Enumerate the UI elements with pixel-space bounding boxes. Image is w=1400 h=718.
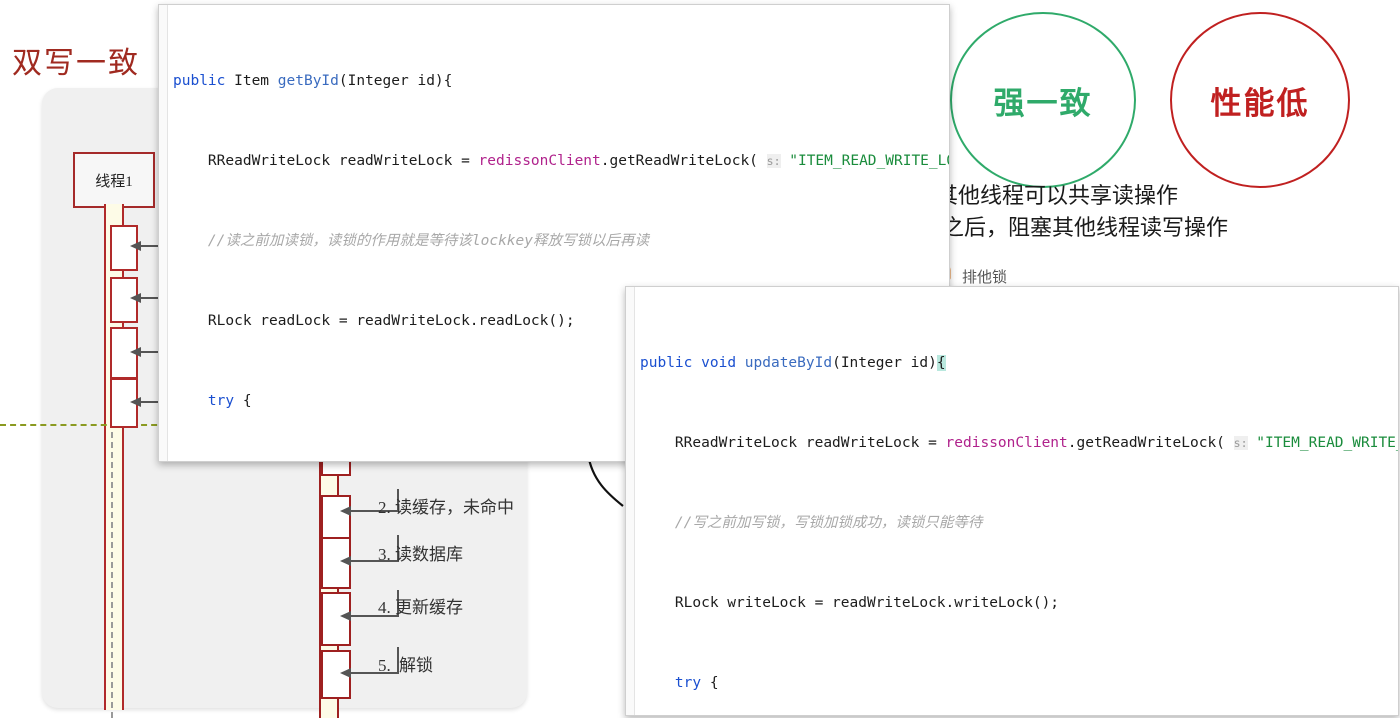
circle-label-strong: 强一致: [993, 85, 1093, 121]
circle-label-perf: 性能低: [1210, 85, 1310, 121]
step-label-4: 4. 更新缓存: [378, 593, 463, 618]
step-5-number: 5.: [378, 656, 391, 675]
step-2-number: 2.: [378, 498, 391, 517]
note-block-others: 锁之后，阻塞其他线程读写操作: [920, 215, 1229, 240]
code-line: //写之前加写锁，写锁加锁成功，读锁只能等待: [640, 515, 983, 531]
code-line: //读之前加读锁，读锁的作用就是等待该lockkey释放写锁以后再读: [173, 233, 649, 249]
step-2-text: 读缓存，未命中: [395, 498, 514, 517]
code-line: public Item getById(Integer id){: [173, 73, 453, 89]
slide-canvas: 双写一致 线程1 2. 读缓存，未命中 3. 读数据库 4. 更新缓存 5. 解…: [0, 0, 1400, 718]
thread-lifeline-dashed: [111, 432, 113, 718]
code-line: try {: [674, 675, 719, 691]
step-4-number: 4.: [378, 598, 391, 617]
code-line: RLock writeLock = readWriteLock.writeLoc…: [640, 595, 1060, 611]
step-3-text: 读数据库: [395, 545, 463, 564]
note-exclusive-lock: 排他锁: [962, 270, 1008, 286]
code-line: public void updateById(Integer id){: [640, 355, 946, 371]
step-label-3: 3. 读数据库: [378, 540, 463, 565]
note-shared-read: 其他线程可以共享读操作: [936, 183, 1179, 208]
code-line: RReadWriteLock readWriteLock = redissonC…: [640, 435, 1398, 451]
step-5-text: 解锁: [399, 656, 433, 675]
code-window-updatebyid[interactable]: public void updateById(Integer id){ RRea…: [625, 286, 1399, 716]
slide-title: 双写一致: [12, 47, 140, 80]
thread-box: 线程1: [73, 152, 155, 208]
step-4-text: 更新缓存: [395, 598, 463, 617]
step-3-number: 3.: [378, 545, 391, 564]
annotation-circle-strong-consistency: 强一致: [950, 12, 1136, 188]
annotation-circle-low-performance: 性能低: [1170, 12, 1350, 188]
code-line: RReadWriteLock readWriteLock = redissonC…: [173, 153, 949, 169]
code-body-updatebyid: public void updateById(Integer id){ RRea…: [626, 287, 1398, 715]
step-label-2: 2. 读缓存，未命中: [378, 493, 514, 518]
step-label-5: 5. 解锁: [378, 651, 433, 676]
